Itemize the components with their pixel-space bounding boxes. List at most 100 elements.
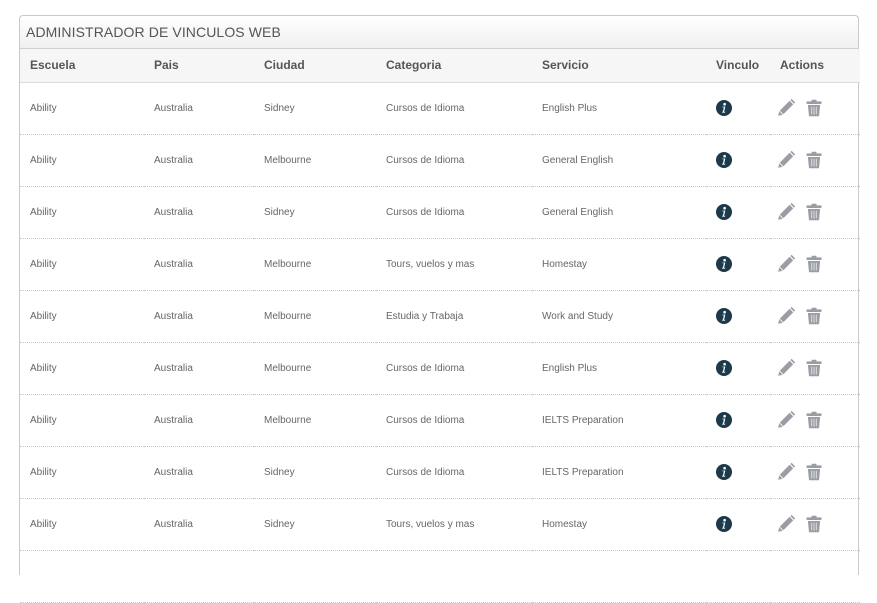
cell-actions xyxy=(770,82,860,135)
cell-escuela: Ability xyxy=(20,238,144,291)
cell-pais: Australia xyxy=(144,498,254,551)
column-header-vinculo[interactable]: Vinculo xyxy=(706,49,770,83)
trash-icon[interactable] xyxy=(805,515,823,533)
column-header-ciudad[interactable]: Ciudad xyxy=(254,49,376,83)
cell-ciudad: Melbourne xyxy=(254,394,376,447)
table-row: Ability Australia Melbourne Cursos de Idiom… xyxy=(20,134,860,187)
column-header-categoria[interactable]: Categoria xyxy=(376,49,532,83)
table-row: Ability Australia Sidney Tours, vuelos y ma… xyxy=(20,498,860,551)
table-body: Ability Australia Sidney Cursos de Idioma En… xyxy=(20,82,860,603)
cell-actions xyxy=(770,446,860,499)
column-header-pais[interactable]: Pais xyxy=(144,49,254,83)
cell-actions xyxy=(770,342,860,395)
cell-escuela: Ability xyxy=(20,82,144,135)
cell-ciudad: Sidney xyxy=(254,82,376,135)
cell-escuela: Ability xyxy=(20,186,144,239)
table-row: Ability Australia Sidney Cursos de Idioma IE… xyxy=(20,446,860,499)
info-icon[interactable] xyxy=(716,256,732,272)
pencil-icon[interactable] xyxy=(777,254,796,273)
cell-servicio: IELTS Preparation xyxy=(532,394,706,447)
cell-escuela: Ability xyxy=(20,446,144,499)
links-admin-panel: ADMINISTRADOR DE VINCULOS WEB Escuela Pa… xyxy=(19,15,860,603)
trash-icon[interactable] xyxy=(805,203,823,221)
pencil-icon[interactable] xyxy=(777,150,796,169)
cell-ciudad xyxy=(254,550,376,603)
pencil-icon[interactable] xyxy=(777,306,796,325)
cell-ciudad: Melbourne xyxy=(254,290,376,343)
pencil-icon[interactable] xyxy=(777,514,796,533)
column-header-servicio[interactable]: Servicio xyxy=(532,49,706,83)
cell-ciudad: Sidney xyxy=(254,498,376,551)
cell-vinculo xyxy=(706,394,770,447)
info-icon[interactable] xyxy=(716,308,732,324)
pencil-icon[interactable] xyxy=(777,410,796,429)
cell-categoria: Cursos de Idioma xyxy=(376,342,532,395)
cell-servicio: English Plus xyxy=(532,342,706,395)
cell-escuela xyxy=(20,550,144,603)
table-row: Ability Australia Melbourne Cursos de Idiom… xyxy=(20,342,860,395)
cell-vinculo xyxy=(706,238,770,291)
cell-actions xyxy=(770,394,860,447)
cell-ciudad: Melbourne xyxy=(254,238,376,291)
cell-categoria: Cursos de Idioma xyxy=(376,186,532,239)
cell-actions xyxy=(770,550,860,603)
cell-escuela: Ability xyxy=(20,290,144,343)
pencil-icon[interactable] xyxy=(777,202,796,221)
cell-servicio: IELTS Preparation xyxy=(532,446,706,499)
info-icon[interactable] xyxy=(716,360,732,376)
table-row: Ability Australia Sidney Cursos de Idioma En… xyxy=(20,82,860,135)
cell-vinculo xyxy=(706,134,770,187)
cell-servicio: English Plus xyxy=(532,82,706,135)
cell-pais xyxy=(144,550,254,603)
info-icon[interactable] xyxy=(716,204,732,220)
cell-actions xyxy=(770,186,860,239)
info-icon[interactable] xyxy=(716,412,732,428)
cell-servicio: General English xyxy=(532,186,706,239)
table-row: Ability Australia Melbourne Cursos de Idiom… xyxy=(20,394,860,447)
cell-vinculo xyxy=(706,446,770,499)
pencil-icon[interactable] xyxy=(777,462,796,481)
info-icon[interactable] xyxy=(716,516,732,532)
pencil-icon[interactable] xyxy=(777,358,796,377)
cell-pais: Australia xyxy=(144,134,254,187)
cell-categoria: Estudia y Trabaja xyxy=(376,290,532,343)
info-icon[interactable] xyxy=(716,100,732,116)
cell-vinculo xyxy=(706,82,770,135)
cell-pais: Australia xyxy=(144,394,254,447)
cell-escuela: Ability xyxy=(20,498,144,551)
cell-vinculo xyxy=(706,186,770,239)
table-row: Ability Australia Melbourne Estudia y Traba… xyxy=(20,290,860,343)
cell-actions xyxy=(770,238,860,291)
cell-ciudad: Sidney xyxy=(254,446,376,499)
cell-pais: Australia xyxy=(144,82,254,135)
info-icon[interactable] xyxy=(716,152,732,168)
cell-vinculo xyxy=(706,342,770,395)
table-row: Ability Australia Melbourne Tours, vuelos y… xyxy=(20,238,860,291)
cell-ciudad: Melbourne xyxy=(254,342,376,395)
trash-icon[interactable] xyxy=(805,99,823,117)
cell-ciudad: Sidney xyxy=(254,186,376,239)
trash-icon[interactable] xyxy=(805,359,823,377)
pencil-icon[interactable] xyxy=(777,98,796,117)
trash-icon[interactable] xyxy=(805,463,823,481)
cell-servicio: Work and Study xyxy=(532,290,706,343)
table-header-row: Escuela Pais Ciudad Categoria Servicio V… xyxy=(20,49,860,83)
cell-pais: Australia xyxy=(144,446,254,499)
cell-categoria: Tours, vuelos y mas xyxy=(376,498,532,551)
trash-icon[interactable] xyxy=(805,151,823,169)
trash-icon[interactable] xyxy=(805,307,823,325)
trash-icon[interactable] xyxy=(805,411,823,429)
cell-actions xyxy=(770,290,860,343)
cell-escuela: Ability xyxy=(20,134,144,187)
cell-ciudad: Melbourne xyxy=(254,134,376,187)
cell-pais: Australia xyxy=(144,186,254,239)
cell-servicio: Homestay xyxy=(532,238,706,291)
cell-pais: Australia xyxy=(144,290,254,343)
column-header-escuela[interactable]: Escuela xyxy=(20,49,144,83)
cell-actions xyxy=(770,134,860,187)
cell-categoria: Cursos de Idioma xyxy=(376,446,532,499)
info-icon[interactable] xyxy=(716,464,732,480)
trash-icon[interactable] xyxy=(805,255,823,273)
panel-title: ADMINISTRADOR DE VINCULOS WEB xyxy=(20,16,858,49)
cell-categoria xyxy=(376,550,532,603)
